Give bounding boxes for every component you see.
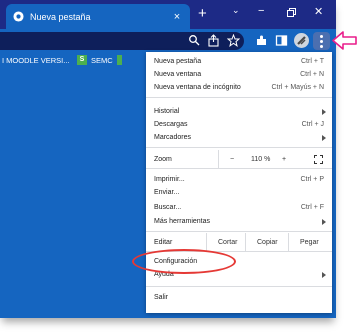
menu-item-shortcut: Ctrl + Mayús + N <box>271 84 324 91</box>
bookmark-semc-icon: S <box>77 55 87 65</box>
menu-item-shortcut: Ctrl + T <box>300 58 324 65</box>
share-icon[interactable] <box>207 34 220 47</box>
copy-button[interactable]: Copiar <box>257 237 278 248</box>
menu-item-downloads[interactable]: Descargas Ctrl + J <box>154 119 326 130</box>
pointer-arrow-icon <box>332 31 357 50</box>
edit-label: Editar <box>154 239 173 246</box>
zoom-in-button[interactable]: + <box>282 154 286 165</box>
paste-button[interactable]: Pegar <box>300 237 319 248</box>
browser-window: Nueva pestaña × + ⌄ − ✕ I MOODLE VERSI..… <box>0 0 336 318</box>
close-window-icon[interactable]: ✕ <box>314 5 323 18</box>
highlight-circle <box>132 249 236 274</box>
menu-item-shortcut: Ctrl + P <box>300 176 324 183</box>
submenu-arrow-icon <box>322 109 326 115</box>
menu-item-print[interactable]: Imprimir... Ctrl + P <box>154 174 326 185</box>
cut-button[interactable]: Cortar <box>218 237 237 248</box>
zoom-label: Zoom <box>154 156 172 163</box>
menu-item-label: Buscar... <box>154 204 182 211</box>
menu-item-bookmarks[interactable]: Marcadores <box>154 132 326 143</box>
menu-item-more-tools[interactable]: Más herramientas <box>154 216 326 227</box>
profile-icon <box>297 36 306 45</box>
menu-item-exit[interactable]: Salir <box>154 292 326 303</box>
tab-nueva-pestana[interactable]: Nueva pestaña × <box>6 4 190 29</box>
menu-item-shortcut: Ctrl + F <box>300 204 324 211</box>
menu-item-incognito[interactable]: Nueva ventana de incógnito Ctrl + Mayús … <box>154 82 326 93</box>
chrome-menu: Nueva pestaña Ctrl + T Nueva ventana Ctr… <box>146 52 332 313</box>
edit-divider <box>288 233 289 251</box>
menu-item-label: Salir <box>154 294 169 301</box>
submenu-arrow-icon <box>322 135 326 141</box>
menu-item-history[interactable]: Historial <box>154 106 326 117</box>
menu-separator <box>146 286 332 287</box>
menu-item-new-tab[interactable]: Nueva pestaña Ctrl + T <box>154 56 326 67</box>
profile-avatar[interactable] <box>294 33 309 48</box>
menu-item-shortcut: Ctrl + J <box>301 121 324 128</box>
minimize-icon[interactable]: − <box>258 5 264 17</box>
menu-item-label: Nueva ventana <box>154 71 202 78</box>
menu-separator <box>146 147 332 148</box>
menu-separator <box>146 97 332 98</box>
menu-separator <box>146 168 332 169</box>
edit-divider <box>245 233 246 251</box>
menu-separator <box>146 231 332 232</box>
bookmark-semc[interactable]: SEMC <box>91 56 113 65</box>
zoom-out-button[interactable]: − <box>230 154 234 165</box>
menu-item-new-window[interactable]: Nueva ventana Ctrl + N <box>154 69 326 80</box>
menu-item-label: Nueva pestaña <box>154 58 202 65</box>
zoom-value: 110 % <box>251 156 271 163</box>
restore-icon[interactable] <box>287 8 296 17</box>
menu-item-label: Descargas <box>154 121 188 128</box>
menu-item-label: Más herramientas <box>154 218 211 225</box>
menu-item-label: Imprimir... <box>154 176 185 183</box>
chrome-menu-button[interactable] <box>313 32 330 50</box>
edit-divider <box>206 233 207 251</box>
menu-item-label: Marcadores <box>154 134 191 141</box>
more-vert-icon <box>320 35 323 50</box>
search-icon[interactable] <box>188 34 201 47</box>
tab-close-button[interactable]: × <box>170 11 184 23</box>
side-panel-icon[interactable] <box>275 34 288 47</box>
menu-item-label: Enviar... <box>154 189 180 196</box>
zoom-divider <box>218 150 219 168</box>
menu-item-zoom: Zoom − 110 % + <box>154 154 326 165</box>
new-tab-button[interactable]: + <box>198 6 207 21</box>
extensions-icon[interactable] <box>255 34 268 47</box>
menu-item-label: Nueva ventana de incógnito <box>154 84 241 91</box>
tab-search-icon[interactable]: ⌄ <box>232 5 240 16</box>
bookmark-icon <box>117 55 122 65</box>
menu-item-edit: Editar Cortar Copiar Pegar <box>154 237 326 248</box>
menu-item-label: Historial <box>154 108 180 115</box>
bookmark-moodle[interactable]: I MOODLE VERSI... <box>2 56 70 65</box>
bookmark-star-icon[interactable] <box>227 34 240 47</box>
submenu-arrow-icon <box>322 272 326 278</box>
menu-item-cast[interactable]: Enviar... <box>154 187 326 198</box>
menu-item-shortcut: Ctrl + N <box>300 71 324 78</box>
fullscreen-icon[interactable] <box>314 155 323 164</box>
submenu-arrow-icon <box>322 219 326 225</box>
chrome-icon <box>13 11 24 22</box>
menu-item-find[interactable]: Buscar... Ctrl + F <box>154 202 326 213</box>
tab-title: Nueva pestaña <box>30 11 91 22</box>
